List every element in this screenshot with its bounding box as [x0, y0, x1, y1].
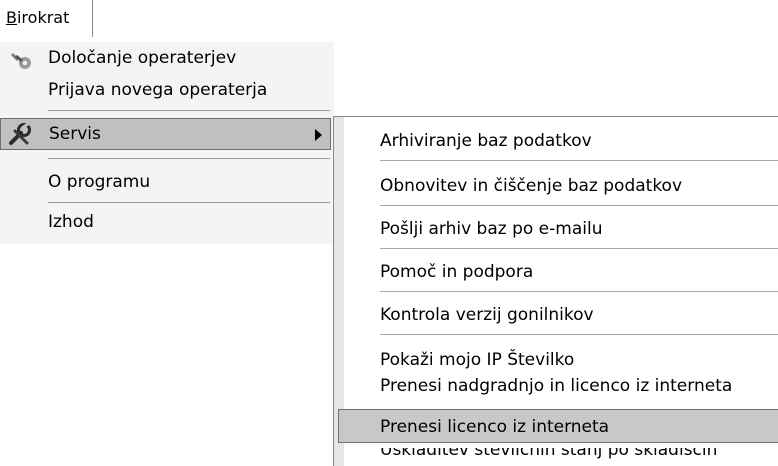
- tools-icon: [7, 122, 31, 145]
- menu-item-prijava-novega-operaterja[interactable]: Prijava novega operaterja: [0, 74, 334, 108]
- submenu-item-prenesi-nadgradnjo[interactable]: Prenesi nadgradnjo in licenco iz interne…: [334, 368, 778, 402]
- menu-item-label: Prijava novega operaterja: [48, 80, 268, 100]
- submenu-separator: [380, 334, 778, 335]
- submenu-item-obnovitev[interactable]: Obnovitev in čiščenje baz podatkov: [334, 168, 778, 202]
- submenu-item-label: Pošlji arhiv baz po e-mailu: [380, 219, 603, 239]
- menu-item-izhod[interactable]: Izhod: [0, 206, 334, 240]
- menu-separator: [48, 202, 330, 203]
- submenu-item-uskladitev[interactable]: Uskladitev številčnih stanj po skladišči…: [380, 448, 717, 460]
- menu-item-dolocanje-operaterjev[interactable]: Določanje operaterjev: [0, 42, 334, 76]
- menu-item-label: Servis: [49, 124, 101, 144]
- submenu-item-label: Arhiviranje baz podatkov: [380, 131, 592, 151]
- submenu-item-label: Pomoč in podpora: [380, 262, 534, 282]
- menu-item-label: O programu: [48, 172, 151, 192]
- submenu-arrow-icon: [315, 129, 322, 141]
- submenu-separator: [380, 205, 778, 206]
- submenu-separator: [380, 160, 778, 161]
- menu-item-o-programu[interactable]: O programu: [0, 166, 334, 200]
- submenu-separator: [380, 291, 778, 292]
- submenu-item-arhiviranje[interactable]: Arhiviranje baz podatkov: [334, 123, 778, 157]
- submenu-item-prenesi-licenco[interactable]: Prenesi licenco iz interneta: [338, 409, 778, 443]
- menu-item-servis[interactable]: Servis: [0, 118, 331, 150]
- menu-item-label: Izhod: [48, 212, 94, 232]
- menu-separator: [48, 110, 330, 111]
- submenu-item-label: Pokaži mojo IP Številko: [380, 350, 575, 370]
- wrench-icon: [10, 50, 32, 70]
- menu-item-label: Določanje operaterjev: [48, 48, 237, 68]
- menubar-item-birokrat[interactable]: Birokrat: [0, 0, 93, 37]
- submenu-item-label: Uskladitev številčnih stanj po skladišči…: [380, 448, 718, 460]
- submenu-item-label: Prenesi nadgradnjo in licenco iz interne…: [380, 376, 733, 396]
- submenu-item-pomoc[interactable]: Pomoč in podpora: [334, 254, 778, 288]
- menubar-item-label: Birokrat: [6, 8, 70, 27]
- submenu-item-label: Obnovitev in čiščenje baz podatkov: [380, 176, 683, 196]
- menu-separator: [48, 158, 330, 159]
- submenu-item-label: Prenesi licenco iz interneta: [380, 417, 610, 437]
- dropdown-menu: Določanje operaterjev Prijava novega ope…: [0, 42, 334, 244]
- submenu-item-kontrola-verzij[interactable]: Kontrola verzij gonilnikov: [334, 297, 778, 331]
- submenu-separator: [380, 248, 778, 249]
- servis-submenu: Arhiviranje baz podatkov Obnovitev in či…: [333, 116, 778, 466]
- submenu-item-poslji-arhiv[interactable]: Pošlji arhiv baz po e-mailu: [334, 211, 778, 245]
- submenu-item-label: Kontrola verzij gonilnikov: [380, 305, 594, 325]
